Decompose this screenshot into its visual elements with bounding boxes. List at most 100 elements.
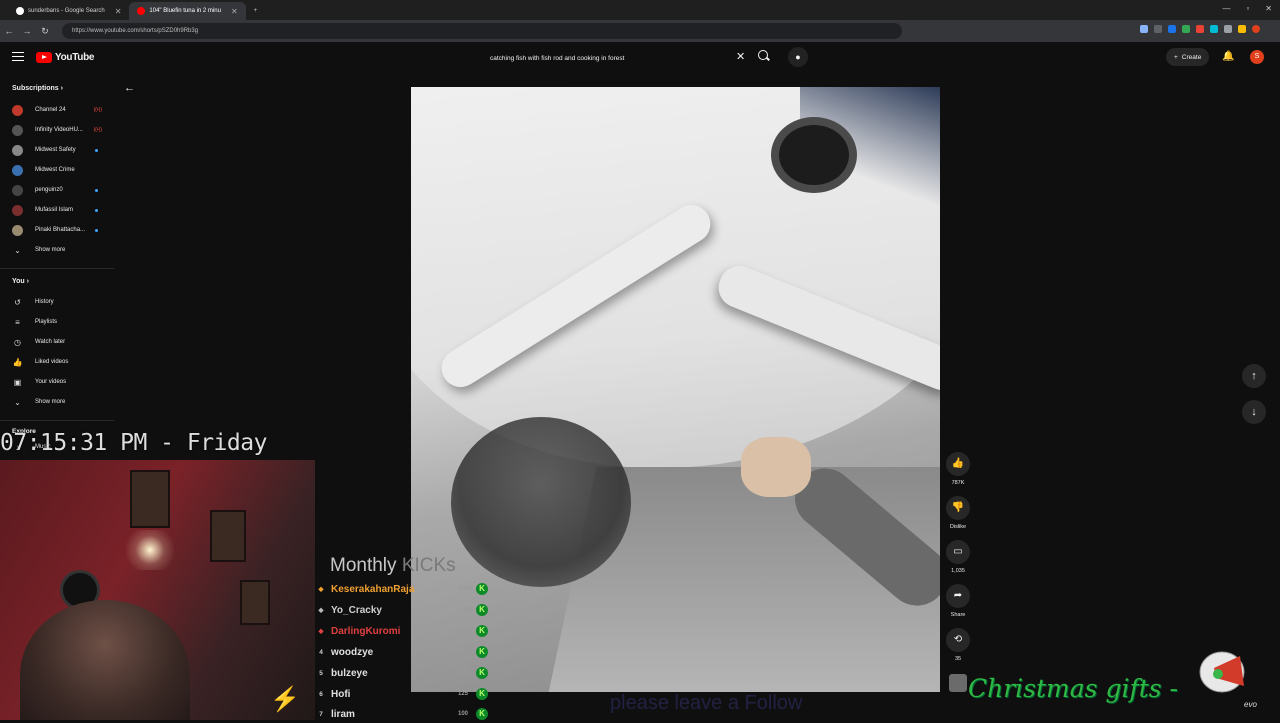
reload-icon[interactable]: ↻ xyxy=(36,26,54,37)
sidebar-item-label: Infinity VideoHU... xyxy=(35,127,83,133)
you-heading[interactable]: You › xyxy=(12,278,29,285)
kick-icon: K xyxy=(476,604,488,616)
sidebar-item-infinity-video[interactable]: Infinity VideoHU... ((•)) xyxy=(12,120,116,140)
extension-icon[interactable] xyxy=(1196,25,1204,33)
extension-icon[interactable] xyxy=(1224,25,1232,33)
tab-youtube-short[interactable]: 104" Bluefin tuna in 2 minu ✕ xyxy=(129,2,246,20)
sidebar-item-label: Show more xyxy=(35,247,66,253)
channel-avatar xyxy=(12,124,23,136)
extension-icon[interactable] xyxy=(1210,25,1218,33)
close-window-icon[interactable]: ✕ xyxy=(1265,4,1272,13)
hamburger-menu-icon[interactable] xyxy=(12,52,24,61)
sidebar-item-label: Your videos xyxy=(35,379,67,385)
dislike-label: Dislike xyxy=(949,524,967,530)
next-short-button[interactable]: ↓ xyxy=(1242,400,1266,424)
address-bar-row: ← → ↻ https://www.youtube.com/shorts/pSZ… xyxy=(0,20,1280,42)
evo-watermark: evo xyxy=(1244,700,1257,709)
leaderboard-row: 6 Hofi 125 K xyxy=(314,685,494,703)
sidebar-item-midwest-crime[interactable]: Midwest Crime xyxy=(12,160,116,180)
extension-icon[interactable] xyxy=(1168,25,1176,33)
streamer-webcam xyxy=(0,460,315,720)
sidebar-item-label: penguinz0 xyxy=(35,187,63,193)
kicks-title-word: KICKs xyxy=(401,555,456,576)
browser-tab-bar: sunderbans - Google Search ✕ 104" Bluefi… xyxy=(0,0,1280,20)
sidebar-show-more-2[interactable]: ⌄ Show more xyxy=(12,392,116,412)
clock-icon: ◷ xyxy=(14,337,21,347)
sidebar-item-penguinz0[interactable]: penguinz0 xyxy=(12,180,116,200)
sidebar-item-label: Mufassil Islam xyxy=(35,207,74,213)
leaderboard-count: 765 xyxy=(458,628,469,634)
remix-icon: ⟲ xyxy=(946,628,970,652)
history-icon: ↺ xyxy=(14,297,21,307)
comments-button[interactable]: ▭ 1,035 xyxy=(946,540,970,574)
lightning-bolt-icon: ⚡ xyxy=(270,686,300,713)
new-tab-button[interactable]: + xyxy=(246,2,266,20)
create-button[interactable]: + Create xyxy=(1166,48,1210,66)
rank-number: 7 xyxy=(319,710,323,718)
kick-icon: K xyxy=(476,625,488,637)
notifications-bell-icon[interactable]: 🔔 xyxy=(1222,51,1234,62)
sidebar-item-liked-videos[interactable]: 👍 Liked videos xyxy=(12,352,116,372)
tab-google-search[interactable]: sunderbans - Google Search ✕ xyxy=(8,2,129,20)
clear-search-icon[interactable]: ✕ xyxy=(736,50,745,63)
sidebar-item-pinaki[interactable]: Pinaki Bhattacha... xyxy=(12,220,116,240)
profile-icon[interactable] xyxy=(1252,25,1260,33)
youtube-logo[interactable]: YouTube xyxy=(36,52,95,63)
maximize-icon[interactable]: ▫ xyxy=(1246,4,1249,13)
avatar[interactable]: S xyxy=(1250,50,1264,64)
leaderboard-name: liram xyxy=(331,708,355,720)
wall-picture xyxy=(210,510,246,562)
sidebar-item-channel-24[interactable]: Channel 24 ((•)) xyxy=(12,100,116,120)
extension-icon[interactable] xyxy=(1182,25,1190,33)
leaderboard-row: ◆ DarlingKuromi 765 K xyxy=(314,622,494,640)
christmas-gifts-ticker: Christmas gifts - xyxy=(968,674,1178,703)
extension-icon[interactable] xyxy=(1140,25,1148,33)
minimize-icon[interactable]: — xyxy=(1222,4,1230,13)
extension-icon[interactable] xyxy=(1238,25,1246,33)
audio-thumbnail[interactable] xyxy=(949,674,967,692)
voice-search-button[interactable]: ● xyxy=(788,47,808,67)
forward-icon[interactable]: → xyxy=(18,26,36,36)
kick-icon: K xyxy=(476,688,488,700)
leaderboard-count: 100 xyxy=(458,711,469,717)
you-label: You xyxy=(12,278,25,285)
leaderboard-name: bulzeye xyxy=(331,667,368,679)
sidebar-show-more[interactable]: ⌄ Show more xyxy=(12,240,116,260)
live-icon: ((•)) xyxy=(93,107,102,113)
url-field[interactable]: https://www.youtube.com/shorts/pSZD0h9Rb… xyxy=(62,23,902,39)
extension-icon[interactable] xyxy=(1154,25,1162,33)
wall-picture xyxy=(130,470,170,528)
search-input[interactable]: catching fish with fish rod and cooking … xyxy=(480,48,752,68)
channel-avatar xyxy=(12,104,23,116)
like-button[interactable]: 👍 787K xyxy=(946,452,970,486)
kick-icon: K xyxy=(476,667,488,679)
close-tab-icon[interactable]: ✕ xyxy=(115,7,122,16)
sidebar-item-playlists[interactable]: ≡ Playlists xyxy=(12,312,116,332)
back-icon[interactable]: ← xyxy=(0,26,18,36)
rank-number: 6 xyxy=(319,690,323,698)
close-tab-icon[interactable]: ✕ xyxy=(231,7,238,16)
sidebar-item-history[interactable]: ↺ History xyxy=(12,292,116,312)
sidebar-item-watch-later[interactable]: ◷ Watch later xyxy=(12,332,116,352)
dislike-button[interactable]: 👎 Dislike xyxy=(946,496,970,530)
leaderboard-count: 125 xyxy=(458,691,469,697)
sidebar-item-your-videos[interactable]: ▣ Your videos xyxy=(12,372,116,392)
previous-short-button[interactable]: ↑ xyxy=(1242,364,1266,388)
leaderboard-count: 228 xyxy=(458,670,469,676)
search-icon[interactable] xyxy=(758,50,768,60)
rank-diamond-icon: ◆ xyxy=(318,628,324,635)
share-button[interactable]: ➦ Share xyxy=(946,584,970,618)
window-controls: — ▫ ✕ xyxy=(1222,4,1272,13)
live-icon: ((•)) xyxy=(93,127,102,133)
extensions-toolbar xyxy=(1140,25,1260,33)
megaphone-icon xyxy=(1199,651,1245,693)
thumb-up-icon: 👍 xyxy=(12,357,23,367)
sidebar-item-mufassil-islam[interactable]: Mufassil Islam xyxy=(12,200,116,220)
back-arrow-icon[interactable]: ← xyxy=(124,82,135,94)
sidebar-item-midwest-safety[interactable]: Midwest Safety xyxy=(12,140,116,160)
subscriptions-heading[interactable]: Subscriptions › xyxy=(12,85,63,92)
leaderboard-row: 4 woodzye 398 K xyxy=(314,643,494,661)
tab-title: sunderbans - Google Search xyxy=(28,8,105,14)
rank-diamond-icon: ◆ xyxy=(318,607,324,614)
remix-button[interactable]: ⟲ 35 xyxy=(946,628,970,662)
